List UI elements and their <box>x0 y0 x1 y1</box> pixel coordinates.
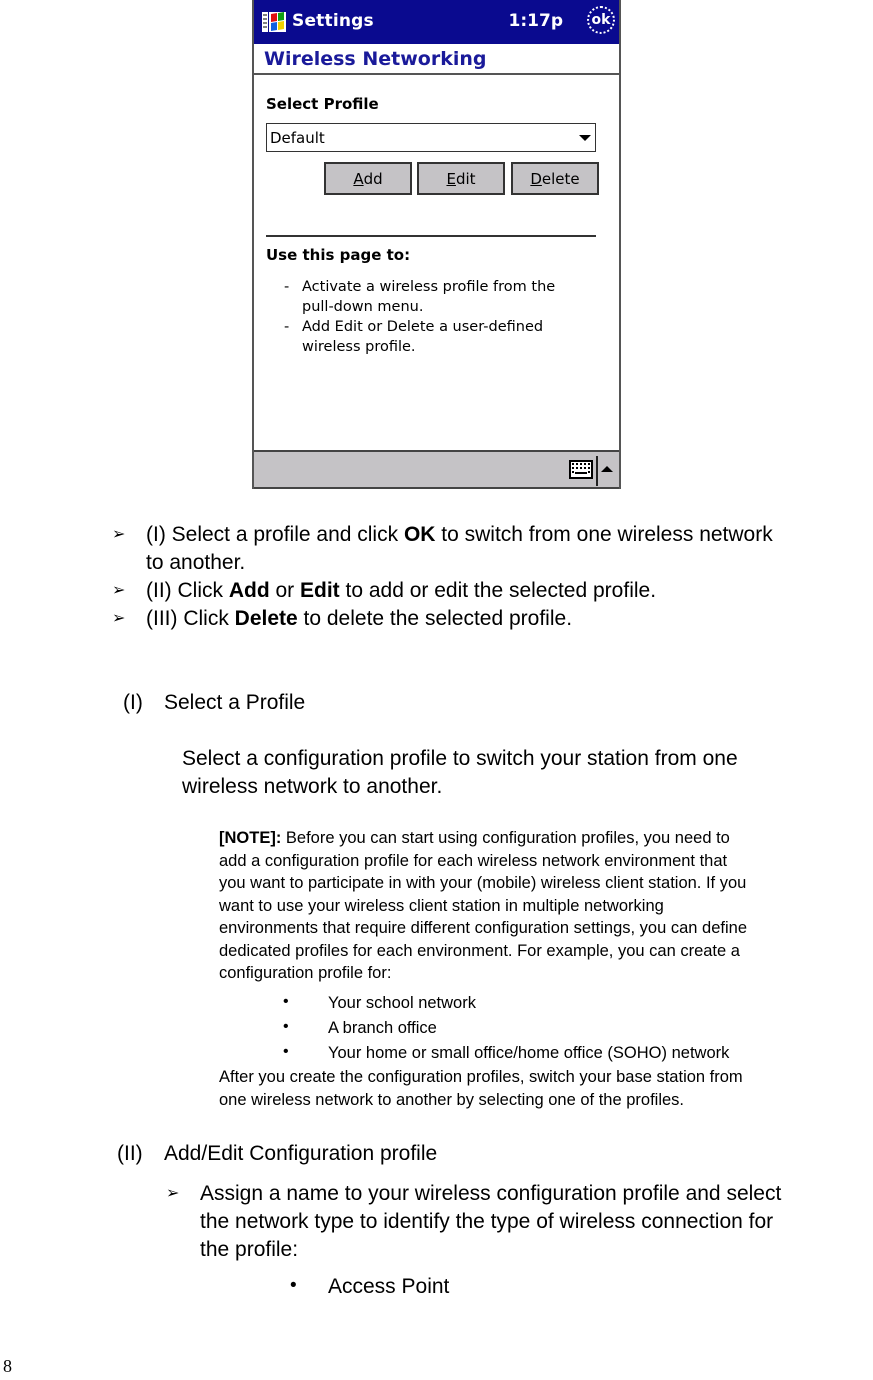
add-accel-key: A <box>353 169 364 188</box>
note-line: want to use your wireless client station… <box>219 896 664 915</box>
instruction-2: (II) Click Add or Edit to add or edit th… <box>146 577 656 605</box>
paragraph-line: wireless network to another. <box>182 775 443 798</box>
instruction-text: to another. <box>146 551 246 574</box>
help-heading: Use this page to: <box>266 246 411 264</box>
edit-label: dit <box>455 169 476 188</box>
dash-bullet: - <box>284 279 290 295</box>
add-label: dd <box>363 169 383 188</box>
arrow-bullet-icon: ➢ <box>166 1185 180 1202</box>
instruction-1: (I) Select a profile and click OK to swi… <box>146 521 773 577</box>
page-number: 8 <box>3 1356 12 1376</box>
add-button[interactable]: Add <box>324 162 412 195</box>
edit-keyword: Edit <box>300 579 340 602</box>
section-1-paragraph: Select a configuration profile to switch… <box>182 745 738 801</box>
select-profile-label: Select Profile <box>266 95 379 113</box>
help-item: - Activate a wireless profile from the p… <box>284 277 584 317</box>
note-bullet-item: Your school network <box>328 994 476 1012</box>
section-2-numeral: (II) <box>117 1142 143 1165</box>
sip-separator <box>596 456 598 486</box>
arrow-bullet-icon: ➢ <box>112 582 126 599</box>
help-item-text: Activate a wireless profile from the pul… <box>302 279 556 315</box>
note-bullet-item: A branch office <box>328 1019 437 1037</box>
section-2-bullet-text: Assign a name to your wireless configura… <box>200 1180 781 1264</box>
delete-accel-key: D <box>530 169 542 188</box>
note-after-text: After you create the configuration profi… <box>219 1066 743 1111</box>
arrow-bullet-icon: ➢ <box>112 526 126 543</box>
delete-button[interactable]: Delete <box>511 162 599 195</box>
section-2-heading: Add/Edit Configuration profile <box>164 1142 438 1165</box>
divider <box>266 235 596 237</box>
instruction-text: (II) Click <box>146 579 229 602</box>
ok-keyword: OK <box>403 523 436 546</box>
note-line: dedicated profiles for each environment.… <box>219 941 740 960</box>
arrow-bullet-icon: ➢ <box>112 610 126 627</box>
edit-button[interactable]: Edit <box>417 162 505 195</box>
note-line: environments that require different conf… <box>219 919 748 937</box>
bullet-dot-icon: • <box>290 1275 297 1296</box>
help-list: - Activate a wireless profile from the p… <box>284 277 584 357</box>
delete-keyword: Delete <box>234 607 298 630</box>
help-item: - Add Edit or Delete a user-defined wire… <box>284 317 584 357</box>
note-line: After you create the configuration profi… <box>219 1068 743 1086</box>
profile-dropdown-value: Default <box>270 128 325 147</box>
help-item-text: Add Edit or Delete a user-defined wirele… <box>302 319 544 355</box>
edit-accel-key: E <box>446 169 456 188</box>
bullet-dot-icon: • <box>283 993 289 1010</box>
profile-dropdown[interactable]: Default <box>266 123 596 152</box>
note-line: configuration profile for: <box>219 964 392 982</box>
title-bar: Settings 1:17p ok <box>254 0 619 44</box>
sip-up-arrow-icon[interactable] <box>601 466 613 472</box>
add-keyword: Add <box>228 579 270 602</box>
instruction-text: or <box>269 579 300 602</box>
clock[interactable]: 1:17p <box>509 11 563 31</box>
page-title: Wireless Networking <box>264 48 487 70</box>
page-header: Wireless Networking <box>254 44 619 75</box>
instruction-3: (III) Click Delete to delete the selecte… <box>146 605 572 633</box>
delete-label: elete <box>541 169 580 188</box>
note-bullet-item: Your home or small office/home office (S… <box>328 1044 730 1062</box>
instruction-text: to switch from one wireless network <box>435 523 773 546</box>
dash-bullet: - <box>284 319 290 335</box>
bullet-dot-icon: • <box>283 1043 289 1060</box>
instruction-text: to delete the selected profile. <box>297 607 573 630</box>
keyboard-icon[interactable] <box>569 460 593 479</box>
instruction-text: to add or edit the selected profile. <box>339 579 657 602</box>
windows-flag-icon[interactable] <box>262 10 286 34</box>
pocket-pc-screenshot: Settings 1:17p ok Wireless Networking Se… <box>252 0 621 489</box>
note-block: [NOTE]: Before you can start using confi… <box>219 827 747 985</box>
paragraph-line: the network type to identify the type of… <box>200 1210 774 1233</box>
section-1-heading: Select a Profile <box>164 691 306 714</box>
ok-button[interactable]: ok <box>587 6 615 34</box>
note-line: add a configuration profile for each wir… <box>219 851 728 870</box>
note-line: you want to participate in with your (mo… <box>219 874 747 892</box>
paragraph-line: Assign a name to your wireless configura… <box>200 1182 782 1205</box>
chevron-down-icon <box>579 135 591 141</box>
note-line: one wireless network to another by selec… <box>219 1090 685 1109</box>
bottom-bar <box>254 450 619 489</box>
bullet-dot-icon: • <box>283 1018 289 1035</box>
note-label: [NOTE]: <box>219 829 282 847</box>
paragraph-line: the profile: <box>200 1238 299 1261</box>
network-type-item: Access Point <box>328 1275 450 1298</box>
note-line: Before you can start using configuration… <box>281 829 730 847</box>
app-title: Settings <box>292 11 374 31</box>
instruction-text: (III) Click <box>146 607 235 630</box>
section-1-numeral: (I) <box>123 691 143 714</box>
instruction-text: (I) Select a profile and click <box>146 523 404 546</box>
paragraph-line: Select a configuration profile to switch… <box>182 747 738 770</box>
